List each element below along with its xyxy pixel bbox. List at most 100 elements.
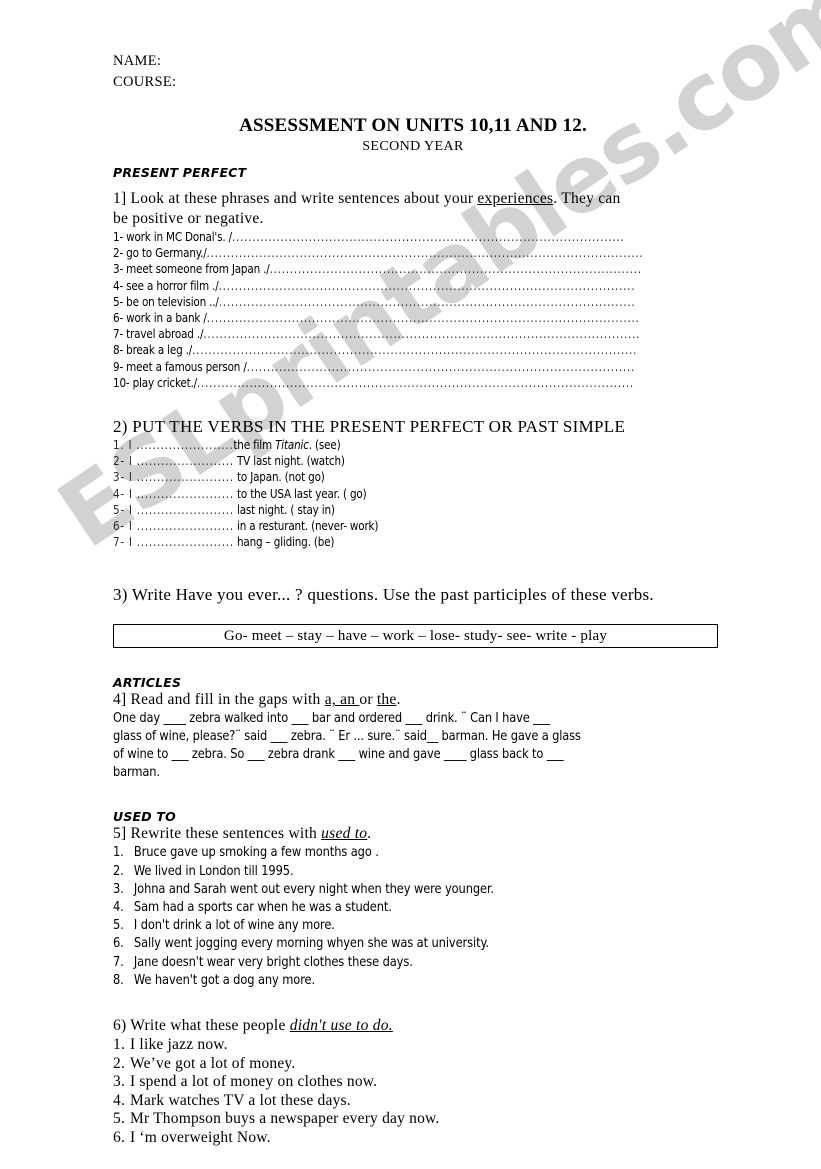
ex1-item-label-1: 1- work in MC Donal's. / [113,229,232,244]
ex2-blank-3[interactable]: 3- I ........................ [113,469,234,484]
ex6-num-3: 3. [113,1073,126,1091]
worksheet-content: NAME: COURSE: ASSESSMENT ON UNITS 10,11 … [113,0,723,1148]
ex4-paragraph-line-3[interactable]: of wine to ___ zebra. So ___ zebra drank… [113,746,721,764]
ex1-item-label-4: 4- see a horror film ./ [113,277,219,293]
ex2-text-6: in a resturant. (never- work) [233,518,379,534]
exercise-3-instruction: 3) Write Have you ever... ? questions. U… [113,585,654,605]
ex4-paragraph-line-4: barman. [113,765,160,781]
ex5-num-6: 6. [113,936,124,952]
ex2-blank-4[interactable]: 4- I ........................ [113,486,234,501]
ex1-item-label-6: 6- work in a bank / [113,310,207,326]
ex5-num-3: 3. [113,881,124,897]
ex6-num-5: 5. [113,1110,126,1128]
list-item: 3- meet someone from Japan ./...........… [113,261,719,277]
ex1-item-label-8: 8- break a leg ./ [113,342,193,358]
list-item: 4- see a horror film ./.................… [113,278,719,294]
list-item: 4. Sam had a sports car when he was a stu… [113,899,721,917]
ex6-text-4: Mark watches TV a lot these days. [130,1091,351,1109]
ex1-item-label-10: 10- play cricket./ [113,374,197,390]
ex4-instruction-pre: 4] Read and fill in the gaps with [113,691,325,709]
list-item: 7. Jane doesn't wear very bright clothes … [113,954,721,972]
ex2-blank-5[interactable]: 5- I ........................ [113,502,234,517]
ex1-item-dots-8[interactable]: ........................................… [192,342,637,357]
ex2-blank-1[interactable]: 1. I ........................ [113,437,233,452]
ex5-text-7: Jane doesn't wear very bright clothes th… [133,954,413,970]
ex5-num-8: 8. [113,972,124,988]
ex5-text-8: We haven't got a dog any more. [133,972,316,988]
ex5-num-5: 5. [113,918,124,934]
ex6-num-4: 4. [113,1091,126,1109]
list-item: 10- play cricket./......................… [113,375,719,391]
list-item: 4. Mark watches TV a lot these days. [113,1092,723,1111]
ex6-num-6: 6. [113,1129,126,1147]
exercise-6-items: 1. I like jazz now. 2. We’ve got a lot of … [113,1036,723,1148]
ex2-text-4: to the USA last year. ( go) [233,485,367,501]
ex1-item-label-3: 3- meet someone from Japan ./ [113,261,270,277]
ex1-item-dots-10[interactable]: ........................................… [197,375,634,390]
ex5-text-3: Johna and Sarah went out every night whe… [133,881,494,897]
list-item: 2. We’ve got a lot of money. [113,1055,723,1074]
ex2-text-5: last night. ( stay in) [233,501,335,517]
page-subtitle: SECOND YEAR [362,139,464,154]
list-item: 6- work in a bank /.....................… [113,310,719,326]
list-item: 5. Mr Thompson buys a newspaper every day… [113,1110,723,1129]
ex5-instruction-pre: 5] Rewrite these sentences with [113,825,322,843]
section-heading-present-perfect: PRESENT PERFECT [113,165,247,180]
ex4-paragraph-line-2[interactable]: glass of wine, please?¨ said ___ zebra. … [113,728,721,746]
ex2-blank-2[interactable]: 2- I ........................ [113,453,234,468]
ex2-blank-6[interactable]: 6- I ........................ [113,518,234,533]
exercise-4-paragraph: One day ____ zebra walked into ___ bar a… [113,710,721,782]
ex5-text-6: Sally went jogging every morning whyen s… [133,936,489,952]
list-item: 6- I ........................ in a restu… [113,518,719,534]
list-item: 9- meet a famous person /...............… [113,359,719,375]
worksheet-page: ESLprintables.com NAME: COURSE: ASSESSME… [0,0,821,1169]
course-label: COURSE: [113,74,177,90]
ex1-item-dots-5[interactable]: ........................................… [219,294,636,309]
list-item: 5. I don't drink a lot of wine any more. [113,917,721,935]
ex1-item-dots-4[interactable]: ........................................… [219,278,636,293]
ex5-text-5: I don't drink a lot of wine any more. [133,918,335,934]
list-item: 2- I ........................ TV last ni… [113,453,719,469]
exercise-1-items: 1- work in MC Donal's. /................… [113,229,719,391]
list-item: 3. Johna and Sarah went out every night w… [113,881,721,899]
list-item: 8. We haven't got a dog any more. [113,972,721,990]
exercise-6-instruction: 6) Write what these people didn't use to… [113,1016,723,1036]
ex5-num-7: 7. [113,954,124,970]
ex6-text-3: I spend a lot of money on clothes now. [130,1073,378,1091]
list-item: 1- work in MC Donal's. /................… [113,229,719,245]
exercise-2-items: 1. I ........................the film Ti… [113,437,719,550]
ex4-instruction-mid: or [359,691,377,709]
list-item: 1. I like jazz now. [113,1036,723,1055]
ex5-num-2: 2. [113,863,124,879]
list-item: 1. I ........................the film Ti… [113,437,719,453]
ex6-num-2: 2. [113,1054,126,1072]
ex1-item-label-7: 7- travel abroad ./ [113,326,204,342]
ex1-item-dots-7[interactable]: ........................................… [203,326,640,341]
exercise-4-instruction: 4] Read and fill in the gaps with a, an … [113,690,723,710]
ex4-underlined-a-an: a, an [324,691,360,709]
ex6-num-1: 1. [113,1036,126,1054]
list-item: 2- go to Germany./......................… [113,245,719,261]
list-item: 1. Bruce gave up smoking a few months ago… [113,844,721,862]
ex2-blank-7[interactable]: 7- I ........................ [113,534,234,549]
exercise-1-instruction: 1] Look at these phrases and write sente… [113,189,723,209]
ex1-item-label-9: 9- meet a famous person / [113,358,247,374]
ex1-item-dots-9[interactable]: ........................................… [247,359,635,374]
ex1-item-dots-6[interactable]: ........................................… [207,310,640,325]
ex1-instruction-part1: 1] Look at these phrases and write sente… [113,190,478,207]
ex5-num-1: 1. [113,845,124,861]
ex1-item-dots-3[interactable]: ........................................… [270,261,642,276]
ex5-instruction-post: . [367,825,372,843]
ex1-item-dots-2[interactable]: ........................................… [207,245,644,260]
ex4-paragraph-line-1[interactable]: One day ____ zebra walked into ___ bar a… [113,710,721,728]
ex1-instruction-underlined: experiences [477,190,554,207]
ex5-text-2: We lived in London till 1995. [133,863,294,879]
list-item: 2. We lived in London till 1995. [113,863,721,881]
list-item: 3. I spend a lot of money on clothes now. [113,1073,723,1092]
name-label: NAME: [113,53,162,69]
ex5-instruction-italic: used to [321,825,368,843]
ex2-text-3: to Japan. (not go) [233,469,325,485]
section-heading-used-to: USED TO [113,809,176,825]
ex5-num-4: 4. [113,900,124,916]
ex1-item-dots-1[interactable]: ........................................… [232,229,624,244]
